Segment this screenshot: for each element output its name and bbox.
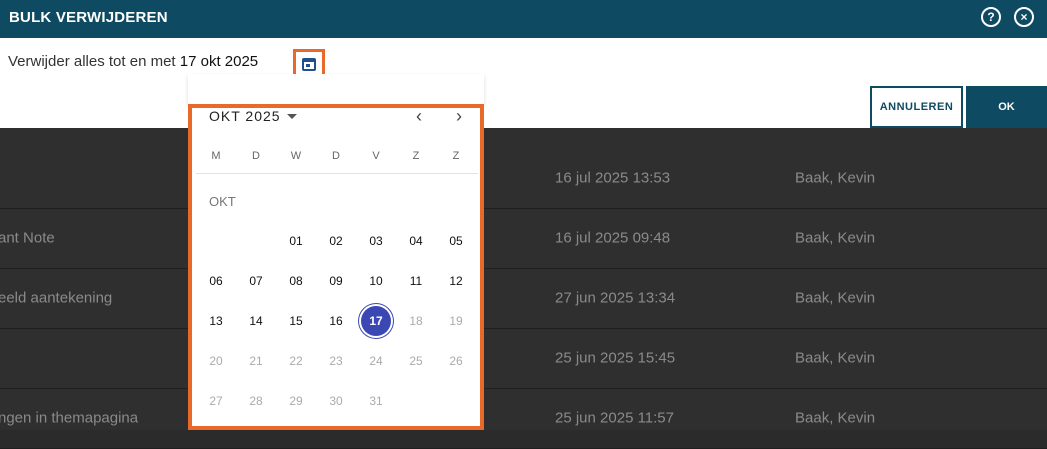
- note-title: ant Note: [0, 229, 55, 247]
- calendar-day-selected[interactable]: 17: [356, 304, 396, 338]
- calendar-day[interactable]: 07: [236, 264, 276, 298]
- weekday-label: M: [211, 150, 221, 162]
- datepicker-header-area: [188, 74, 484, 104]
- note-date: 27 jun 2025 13:34: [555, 289, 676, 307]
- cancel-button[interactable]: ANNULEREN: [870, 86, 963, 128]
- calendar-day[interactable]: 04: [396, 224, 436, 258]
- background-table: 16 jul 2025 13:53 Baak, Kevin ant Note 1…: [0, 128, 1047, 449]
- calendar-day-disabled: 21: [249, 354, 263, 368]
- weekday-label: D: [252, 150, 260, 162]
- calendar-day-disabled: 28: [249, 394, 263, 408]
- selected-date-value: 17 okt 2025: [179, 53, 259, 70]
- modal-title: BULK VERWIJDEREN: [9, 9, 168, 26]
- month-label: OKT: [209, 194, 236, 209]
- calendar-day[interactable]: 10: [356, 264, 396, 298]
- month-year-label: OKT 2025: [209, 108, 281, 124]
- calendar-day[interactable]: 05: [436, 224, 476, 258]
- calendar-day[interactable]: 08: [276, 264, 316, 298]
- note-title: eeld aantekening: [0, 289, 113, 307]
- help-icon[interactable]: ?: [981, 7, 1001, 27]
- close-icon[interactable]: ×: [1014, 7, 1034, 27]
- calendar-day-disabled: 23: [329, 354, 343, 368]
- divider: [196, 173, 478, 174]
- calendar-day[interactable]: 12: [436, 264, 476, 298]
- datepicker: OKT 2025 ‹ › M D W D V Z Z OKT 01 02 03 …: [188, 104, 484, 430]
- calendar-day-disabled: 22: [289, 354, 303, 368]
- calendar-day-disabled: 26: [449, 354, 463, 368]
- calendar-day-disabled: 30: [329, 394, 343, 408]
- note-title: ngen in themapagina: [0, 409, 139, 427]
- calendar-day-disabled: 31: [369, 394, 383, 408]
- note-user: Baak, Kevin: [795, 409, 876, 427]
- calendar-day-disabled: 27: [209, 394, 223, 408]
- calendar-day[interactable]: 03: [356, 224, 396, 258]
- chevron-left-icon[interactable]: ‹: [409, 106, 429, 127]
- calendar-icon: [302, 57, 316, 71]
- month-year-select[interactable]: OKT 2025: [209, 108, 297, 124]
- calendar-day[interactable]: 16: [316, 304, 356, 338]
- calendar-day-disabled: 18: [409, 314, 423, 328]
- calendar-day[interactable]: 13: [196, 304, 236, 338]
- note-user: Baak, Kevin: [795, 289, 876, 307]
- note-user: Baak, Kevin: [795, 349, 876, 367]
- calendar-day-disabled: 24: [369, 354, 383, 368]
- table-row: eeld aantekening 27 jun 2025 13:34 Baak,…: [0, 268, 1047, 329]
- calendar-day-disabled: 20: [209, 354, 223, 368]
- weekday-label: Z: [412, 150, 420, 162]
- calendar-day-disabled: 19: [449, 314, 463, 328]
- weekday-label: V: [372, 150, 380, 162]
- table-row: ant Note 16 jul 2025 09:48 Baak, Kevin: [0, 208, 1047, 269]
- weekday-label: Z: [452, 150, 460, 162]
- calendar-day-disabled: 25: [409, 354, 423, 368]
- modal-header: BULK VERWIJDEREN ? ×: [0, 0, 1047, 38]
- weekday-label: D: [332, 150, 340, 162]
- weekday-label: W: [290, 150, 302, 162]
- calendar-day[interactable]: 11: [396, 264, 436, 298]
- note-date: 16 jul 2025 09:48: [555, 229, 671, 247]
- calendar-day[interactable]: 02: [316, 224, 356, 258]
- table-row: 16 jul 2025 13:53 Baak, Kevin: [0, 148, 1047, 209]
- calendar-day[interactable]: 01: [276, 224, 316, 258]
- delete-until-label: Verwijder alles tot en met: [8, 53, 176, 70]
- calendar-day-disabled: 29: [289, 394, 303, 408]
- note-date: 16 jul 2025 13:53: [555, 169, 671, 187]
- note-user: Baak, Kevin: [795, 229, 876, 247]
- selected-day-label: 17: [361, 306, 391, 336]
- delete-until-row: Verwijder alles tot en met 17 okt 2025: [8, 53, 258, 70]
- table-row: 25 jun 2025 15:45 Baak, Kevin: [0, 328, 1047, 389]
- calendar-day[interactable]: 09: [316, 264, 356, 298]
- note-user: Baak, Kevin: [795, 169, 876, 187]
- calendar-day[interactable]: 14: [236, 304, 276, 338]
- table-row: ngen in themapagina 25 jun 2025 11:57 Ba…: [0, 388, 1047, 449]
- caret-down-icon: [286, 113, 297, 119]
- note-date: 25 jun 2025 11:57: [555, 409, 674, 427]
- weekday-header: M D W D V Z Z: [196, 150, 476, 166]
- calendar-day[interactable]: 15: [276, 304, 316, 338]
- chevron-right-icon[interactable]: ›: [449, 106, 469, 127]
- calendar-day[interactable]: 06: [196, 264, 236, 298]
- note-date: 25 jun 2025 15:45: [555, 349, 676, 367]
- ok-button[interactable]: OK: [966, 86, 1047, 128]
